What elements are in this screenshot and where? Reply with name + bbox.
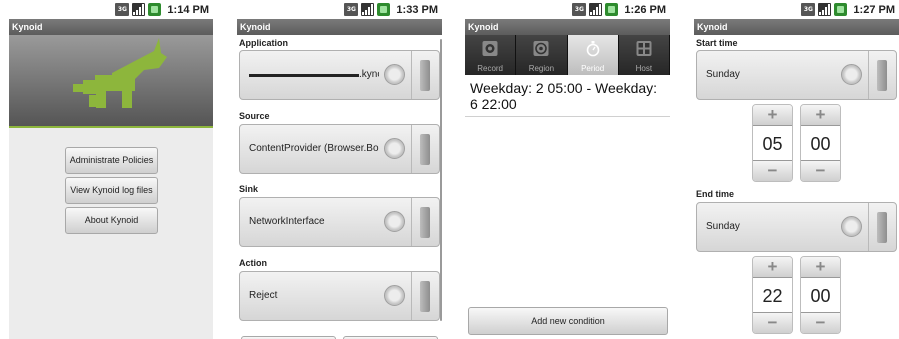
decrement-button[interactable]: − [753, 313, 792, 333]
signal-icon [361, 3, 375, 16]
sink-label: Sink [239, 184, 259, 194]
condition-tabs: Record Region Period Host [465, 35, 670, 75]
end-day-spinner[interactable]: Sunday [696, 202, 897, 252]
stopwatch-icon [586, 41, 599, 57]
host-icon [636, 41, 652, 56]
increment-button[interactable]: + [753, 257, 792, 277]
end-minute-value[interactable]: 00 [801, 277, 840, 313]
tab-period-label: Period [581, 64, 605, 73]
drag-handle-icon[interactable] [420, 134, 430, 165]
drag-handle-icon[interactable] [877, 212, 887, 243]
end-day-value: Sunday [706, 221, 740, 232]
start-hour-picker: + 05 − [752, 104, 793, 182]
radio-icon [384, 138, 405, 159]
kynoid-logo-icon [73, 38, 167, 108]
app-title: Kynoid [465, 19, 670, 35]
network-3g-icon: 3G [344, 3, 359, 16]
screen-main-menu: 3G 1:14 PM Kynoid Administrate Policies … [9, 0, 213, 339]
end-hour-picker: + 22 − [752, 256, 793, 334]
battery-icon [834, 3, 848, 16]
decrement-button[interactable]: − [801, 161, 840, 181]
radio-icon [384, 285, 405, 306]
record-icon [482, 41, 498, 56]
action-spinner[interactable]: Reject [239, 271, 440, 321]
end-minute-picker: + 00 − [800, 256, 841, 334]
status-bar: 3G 1:14 PM [9, 0, 213, 19]
sink-value: NetworkInterface [249, 216, 325, 227]
start-hour-value[interactable]: 05 [753, 125, 792, 161]
clock: 1:14 PM [167, 3, 209, 16]
start-time-label: Start time [696, 38, 738, 48]
screen-conditions: 3G 1:26 PM Kynoid Record Region Period H… [465, 0, 670, 339]
tab-record[interactable]: Record [465, 35, 517, 75]
start-minute-picker: + 00 − [800, 104, 841, 182]
drag-handle-icon[interactable] [420, 207, 430, 238]
divider [465, 116, 670, 117]
source-spinner[interactable]: ContentProvider (Browser.Bo [239, 124, 440, 174]
battery-icon [148, 3, 162, 16]
condition-list-item[interactable]: Weekday: 2 05:00 - Weekday: 6 22:00 [470, 80, 666, 112]
radio-icon [384, 211, 405, 232]
end-time-label: End time [696, 189, 735, 199]
start-minute-value[interactable]: 00 [801, 125, 840, 161]
increment-button[interactable]: + [801, 257, 840, 277]
network-3g-icon: 3G [115, 3, 130, 16]
region-icon [533, 41, 549, 56]
decrement-button[interactable]: − [753, 161, 792, 181]
scrollbar[interactable] [440, 39, 442, 321]
end-hour-value[interactable]: 22 [753, 277, 792, 313]
battery-icon [605, 3, 619, 16]
add-new-condition-button[interactable]: Add new condition [468, 307, 668, 335]
signal-icon [818, 3, 832, 16]
status-bar: 3G 1:26 PM [465, 0, 670, 19]
network-3g-icon: 3G [801, 3, 816, 16]
status-bar: 3G 1:27 PM [694, 0, 899, 19]
about-kynoid-button[interactable]: About Kynoid [65, 207, 158, 234]
network-3g-icon: 3G [572, 3, 587, 16]
application-value: ▬▬▬▬▬▬▬▬▬▬▬.kynoid.evil [249, 69, 379, 80]
radio-icon [384, 64, 405, 85]
clock: 1:26 PM [624, 3, 666, 16]
tab-region-label: Region [528, 64, 555, 73]
increment-button[interactable]: + [753, 105, 792, 125]
battery-icon [377, 3, 391, 16]
drag-handle-icon[interactable] [420, 281, 430, 312]
drag-handle-icon[interactable] [877, 60, 887, 91]
radio-icon [841, 64, 862, 85]
view-log-files-button[interactable]: View Kynoid log files [65, 177, 158, 204]
tab-host-label: Host [635, 64, 653, 73]
app-title: Kynoid [9, 19, 213, 35]
drag-handle-icon[interactable] [420, 60, 430, 91]
action-label: Action [239, 258, 267, 268]
signal-icon [132, 3, 146, 16]
logo-banner [9, 35, 213, 128]
app-title: Kynoid [237, 19, 442, 35]
start-day-value: Sunday [706, 69, 740, 80]
application-label: Application [239, 38, 288, 48]
tab-record-label: Record [477, 64, 504, 73]
radio-icon [841, 216, 862, 237]
source-value: ContentProvider (Browser.Bo [249, 143, 379, 154]
start-day-spinner[interactable]: Sunday [696, 50, 897, 100]
tab-region[interactable]: Region [516, 35, 568, 75]
app-title: Kynoid [694, 19, 899, 35]
increment-button[interactable]: + [801, 105, 840, 125]
tab-host[interactable]: Host [618, 35, 670, 75]
screen-period-editor: 3G 1:27 PM Kynoid Start time Sunday + 05… [694, 0, 899, 339]
signal-icon [589, 3, 603, 16]
action-value: Reject [249, 290, 278, 301]
status-bar: 3G 1:33 PM [237, 0, 442, 19]
tab-period[interactable]: Period [567, 35, 619, 75]
sink-spinner[interactable]: NetworkInterface [239, 197, 440, 247]
application-spinner[interactable]: ▬▬▬▬▬▬▬▬▬▬▬.kynoid.evil [239, 50, 440, 100]
decrement-button[interactable]: − [801, 313, 840, 333]
administrate-policies-button[interactable]: Administrate Policies [65, 147, 158, 174]
screen-policy-editor: 3G 1:33 PM Kynoid Application ▬▬▬▬▬▬▬▬▬▬… [237, 0, 442, 339]
clock: 1:27 PM [853, 3, 895, 16]
source-label: Source [239, 111, 270, 121]
clock: 1:33 PM [396, 3, 438, 16]
